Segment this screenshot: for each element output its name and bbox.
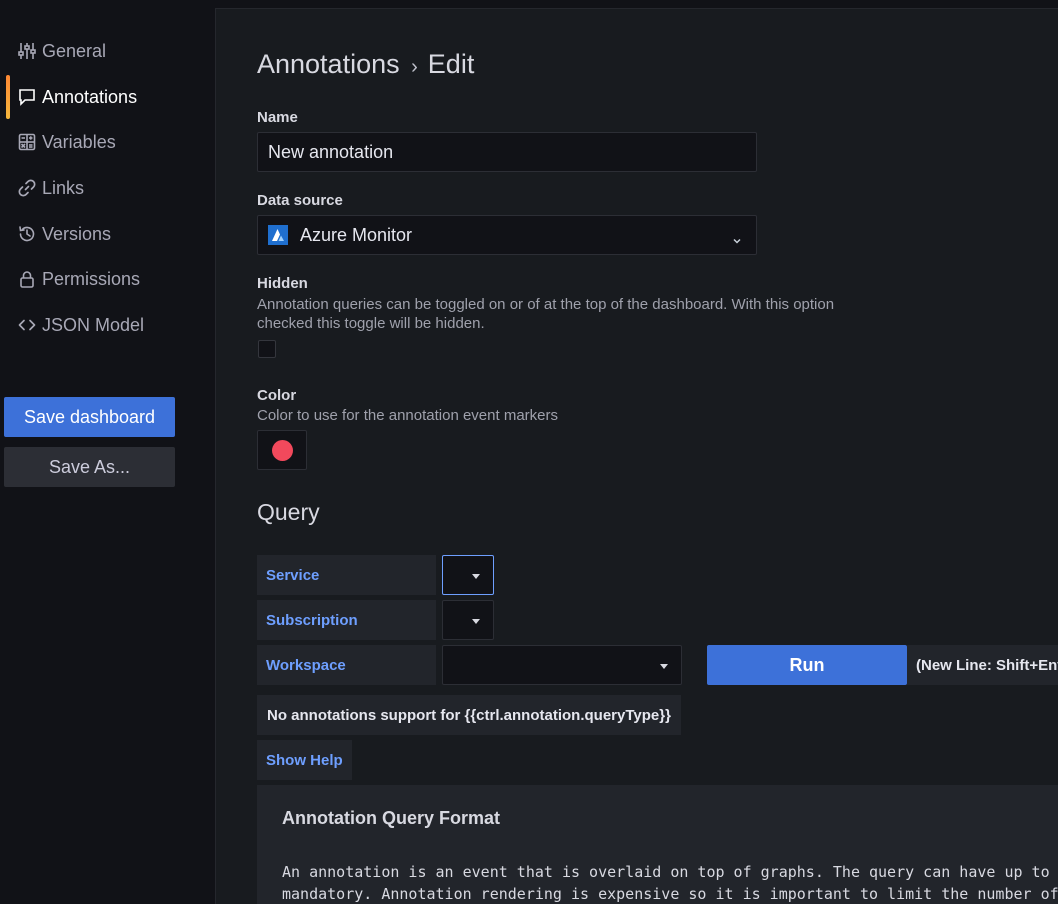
chevron-down-icon — [732, 230, 742, 244]
color-swatch — [271, 439, 293, 461]
sidebar-item-json-model[interactable]: JSON Model — [18, 310, 144, 340]
datasource-value: Azure Monitor — [300, 224, 413, 245]
name-input-value: New annotation — [268, 141, 394, 162]
service-dropdown[interactable] — [442, 555, 494, 595]
help-text-line: An annotation is an event that is overla… — [282, 863, 1050, 881]
page-title: Annotations › Edit — [257, 49, 474, 80]
help-title: Annotation Query Format — [282, 808, 501, 828]
settings-sidebar: General Annotations Variables Links Vers… — [0, 0, 215, 903]
hidden-label: Hidden — [257, 275, 308, 292]
sidebar-item-label: General — [42, 40, 107, 61]
sidebar-item-general[interactable]: General — [18, 36, 106, 66]
color-picker-button[interactable] — [257, 430, 307, 470]
subscription-dropdown[interactable] — [442, 600, 494, 640]
calculator-icon — [18, 133, 36, 151]
save-dashboard-button[interactable]: Save dashboard — [4, 397, 175, 437]
show-help-button[interactable]: Show Help — [257, 740, 352, 780]
help-panel: Annotation Query Format An annotation is… — [257, 785, 1058, 904]
sidebar-item-label: Links — [42, 177, 85, 198]
sidebar-item-label: Variables — [42, 131, 116, 152]
hidden-description-line: checked this toggle will be hidden. — [257, 315, 485, 332]
link-icon — [18, 179, 36, 197]
breadcrumb-current: Edit — [427, 49, 475, 79]
sliders-icon — [18, 42, 36, 60]
workspace-dropdown[interactable] — [442, 645, 682, 685]
datasource-label: Data source — [257, 192, 343, 209]
hidden-description-line: Annotation queries can be toggled on or … — [257, 296, 835, 313]
datasource-select[interactable]: Azure Monitor — [257, 215, 757, 255]
code-icon — [18, 316, 36, 334]
sidebar-item-versions[interactable]: Versions — [18, 219, 111, 249]
hidden-description: Annotation queries can be toggled on or … — [257, 295, 877, 333]
help-text-line: mandatory. Annotation rendering is expen… — [282, 885, 1058, 903]
sidebar-item-permissions[interactable]: Permissions — [18, 264, 140, 294]
save-as-button[interactable]: Save As... — [4, 447, 175, 487]
caret-down-icon — [660, 664, 668, 669]
sidebar-item-label: Versions — [42, 223, 112, 244]
sidebar-item-variables[interactable]: Variables — [18, 127, 116, 157]
caret-down-icon — [472, 619, 480, 624]
history-icon — [18, 225, 36, 243]
active-indicator — [6, 75, 10, 119]
azure-monitor-icon — [268, 225, 288, 245]
subscription-label: Subscription — [257, 600, 436, 640]
name-label: Name — [257, 109, 298, 126]
run-button[interactable]: Run — [707, 645, 907, 685]
service-label: Service — [257, 555, 436, 595]
help-text: An annotation is an event that is overla… — [282, 861, 1058, 904]
color-label: Color — [257, 387, 297, 404]
breadcrumb-separator: › — [411, 56, 418, 78]
color-description: Color to use for the annotation event ma… — [257, 407, 558, 424]
sidebar-item-label: JSON Model — [42, 314, 145, 335]
sidebar-item-label: Permissions — [42, 268, 141, 289]
lock-icon — [18, 270, 36, 288]
breadcrumb-parent[interactable]: Annotations — [257, 49, 400, 79]
sidebar-item-annotations[interactable]: Annotations — [18, 82, 137, 112]
annotation-editor-panel: Annotations › Edit Name New annotation Da… — [215, 8, 1058, 904]
caret-down-icon — [472, 574, 480, 579]
hidden-checkbox[interactable] — [258, 340, 276, 358]
sidebar-item-label: Annotations — [42, 86, 138, 107]
comment-icon — [18, 88, 36, 106]
run-shortcut-hint: (New Line: Shift+Enter — [907, 645, 1058, 685]
name-input[interactable]: New annotation — [257, 132, 757, 172]
query-section-title: Query — [257, 499, 320, 525]
no-support-message: No annotations support for {{ctrl.annota… — [257, 695, 681, 735]
sidebar-item-links[interactable]: Links — [18, 173, 84, 203]
workspace-label: Workspace — [257, 645, 436, 685]
